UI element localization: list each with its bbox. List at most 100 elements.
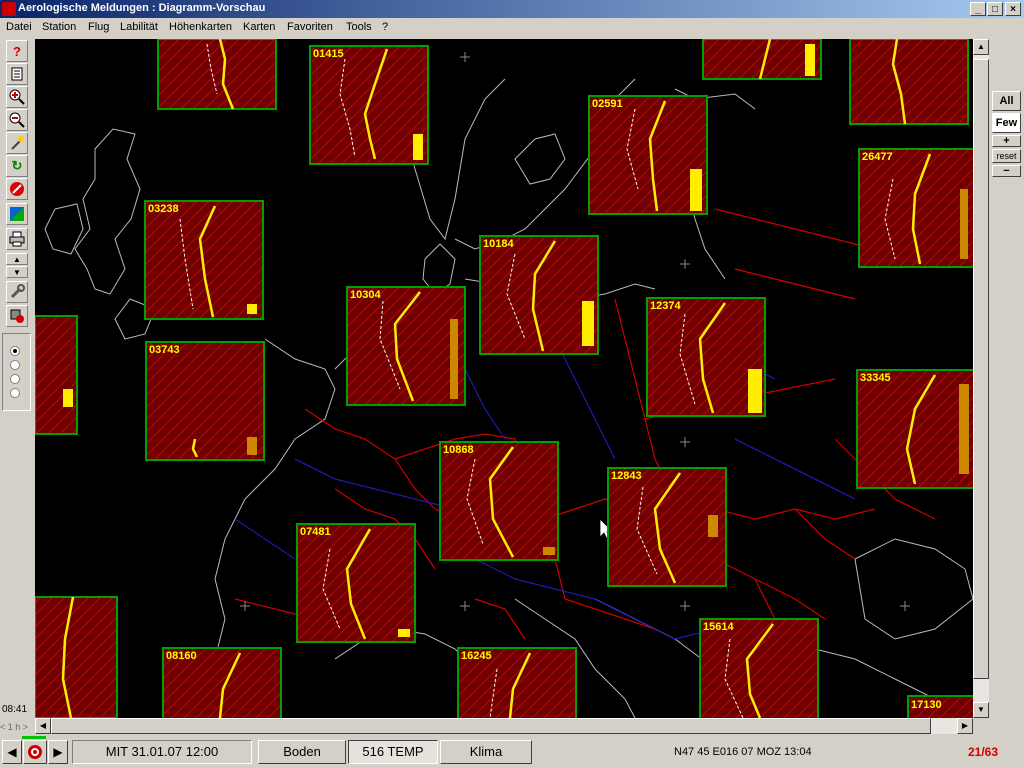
station-diagram-10868[interactable]: 10868	[439, 441, 559, 561]
station-label: 17130	[911, 699, 942, 711]
station-diagram-10184[interactable]: 10184	[479, 235, 599, 355]
radio-option-4[interactable]	[10, 388, 20, 398]
zoom-minus-button[interactable]: −	[992, 165, 1021, 177]
station-label: 16245	[461, 650, 492, 662]
close-button[interactable]: ×	[1005, 2, 1021, 16]
station-count: 21/63	[968, 745, 999, 759]
station-diagram[interactable]	[849, 39, 969, 125]
station-diagram-07481[interactable]: 07481	[296, 523, 416, 643]
target-icon[interactable]	[23, 740, 47, 764]
zoom-out-icon[interactable]	[6, 109, 28, 131]
station-label: 12843	[611, 470, 642, 482]
station-diagram[interactable]	[702, 39, 822, 80]
menu-help[interactable]: ?	[382, 21, 388, 33]
window-title: Aerologische Meldungen : Diagramm-Vorsch…	[18, 2, 266, 14]
time-step-control[interactable]: < 1 h >	[0, 722, 28, 732]
station-diagram-08160[interactable]: 08160	[162, 647, 282, 718]
menu-flug[interactable]: Flug	[88, 21, 109, 33]
minimize-button[interactable]: _	[970, 2, 986, 16]
station-diagram-12374[interactable]: 12374	[646, 297, 766, 417]
station-diagram-03743[interactable]: 03743	[145, 341, 265, 461]
menu-karten[interactable]: Karten	[243, 21, 275, 33]
zoom-in-icon[interactable]	[6, 86, 28, 108]
station-label: 26477	[862, 151, 893, 163]
menu-tools[interactable]: Tools	[346, 21, 372, 33]
station-diagram-02591[interactable]: 02591	[588, 95, 708, 215]
map-canvas[interactable]: 01415 02591 26477 03238 10184 10304 1237…	[35, 39, 973, 718]
station-diagram[interactable]	[35, 315, 78, 435]
coordinate-readout: N47 45 E016 07 MOZ 13:04	[674, 746, 812, 758]
menu-favoriten[interactable]: Favoriten	[287, 21, 333, 33]
horizontal-scrollbar[interactable]: ◀ ▶	[35, 718, 973, 734]
station-label: 01415	[313, 48, 344, 60]
temp-button[interactable]: 516 TEMP	[348, 740, 438, 764]
station-label: 10868	[443, 444, 474, 456]
station-label: 33345	[860, 372, 891, 384]
date-field[interactable]: MIT 31.01.07 12:00	[72, 740, 252, 764]
station-label: 07481	[300, 526, 331, 538]
menu-station[interactable]: Station	[42, 21, 76, 33]
menu-labilitaet[interactable]: Labilität	[120, 21, 158, 33]
station-diagrams: 01415 02591 26477 03238 10184 10304 1237…	[35, 39, 973, 718]
document-icon[interactable]	[6, 63, 28, 85]
station-diagram-17130[interactable]: 17130	[907, 695, 973, 718]
left-toolbar: ? ↻ ▲ ▼ 08:41	[0, 38, 33, 718]
print-icon[interactable]	[6, 228, 28, 250]
station-diagram[interactable]	[35, 596, 118, 718]
klima-button[interactable]: Klima	[440, 740, 532, 764]
station-label: 08160	[166, 650, 197, 662]
settings-icon[interactable]	[6, 305, 28, 327]
station-diagram-01415[interactable]: 01415	[309, 45, 429, 165]
station-label: 15614	[703, 621, 734, 633]
boden-button[interactable]: Boden	[258, 740, 346, 764]
help-icon[interactable]: ?	[6, 40, 28, 62]
right-panel: All Few + reset −	[989, 39, 1024, 718]
horizontal-scroll-thumb[interactable]	[51, 718, 931, 734]
menu-hoehenkarten[interactable]: Höhenkarten	[169, 21, 232, 33]
station-diagram-10304[interactable]: 10304	[346, 286, 466, 406]
arrow-up-icon[interactable]: ▲	[6, 253, 28, 265]
station-diagram-12843[interactable]: 12843	[607, 467, 727, 587]
scroll-corner	[973, 718, 989, 734]
station-diagram[interactable]	[157, 39, 277, 110]
time-label: 08:41	[2, 704, 28, 715]
refresh-icon[interactable]: ↻	[6, 155, 28, 177]
reset-button[interactable]: reset	[992, 149, 1021, 163]
vertical-scroll-thumb[interactable]	[973, 59, 989, 679]
menu-bar: Datei Station Flug Labilität Höhenkarten…	[0, 18, 1024, 38]
scroll-left-button[interactable]: ◀	[35, 718, 51, 734]
radio-option-1[interactable]	[10, 346, 20, 356]
station-diagram-26477[interactable]: 26477	[858, 148, 973, 268]
menu-datei[interactable]: Datei	[6, 21, 32, 33]
prev-button[interactable]: ◀	[2, 740, 22, 764]
station-diagram-33345[interactable]: 33345	[856, 369, 973, 489]
wand-icon[interactable]	[6, 132, 28, 154]
arrow-down-icon[interactable]: ▼	[6, 266, 28, 278]
station-label: 10184	[483, 238, 514, 250]
scroll-down-button[interactable]: ▼	[973, 702, 989, 718]
scroll-right-button[interactable]: ▶	[957, 718, 973, 734]
app-icon	[2, 2, 16, 16]
station-diagram-15614[interactable]: 15614	[699, 618, 819, 718]
station-label: 03743	[149, 344, 180, 356]
station-label: 12374	[650, 300, 681, 312]
station-diagram-16245[interactable]: 16245	[457, 647, 577, 718]
title-bar: Aerologische Meldungen : Diagramm-Vorsch…	[0, 0, 1024, 18]
all-button[interactable]: All	[992, 91, 1021, 111]
scroll-up-button[interactable]: ▲	[973, 39, 989, 55]
radio-option-2[interactable]	[10, 360, 20, 370]
vertical-scrollbar[interactable]: ▲ ▼	[973, 39, 989, 718]
stop-icon[interactable]	[6, 178, 28, 200]
station-diagram-03238[interactable]: 03238	[144, 200, 264, 320]
radio-group	[2, 333, 31, 411]
next-button[interactable]: ▶	[48, 740, 68, 764]
station-label: 03238	[148, 203, 179, 215]
radio-option-3[interactable]	[10, 374, 20, 384]
few-button[interactable]: Few	[992, 113, 1021, 133]
progress-indicator	[22, 736, 46, 739]
maximize-button[interactable]: □	[987, 2, 1003, 16]
station-label: 10304	[350, 289, 381, 301]
zoom-plus-button[interactable]: +	[992, 135, 1021, 147]
wrench-icon[interactable]	[6, 281, 28, 303]
chart-icon[interactable]	[6, 203, 28, 225]
